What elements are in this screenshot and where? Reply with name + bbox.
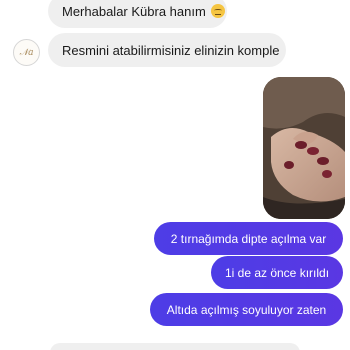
chat-thread: Merhabalar Kübra hanım 𝒩a Resmini atabil… — [0, 0, 350, 350]
message-text: 2 tırnağımda dipte açılma var — [170, 231, 327, 246]
message-text: Resmini atabilirmisiniz elinizin komple — [62, 42, 280, 58]
outgoing-message-3[interactable]: Altıda açılmış soyuluyor zaten — [150, 293, 343, 326]
sender-avatar[interactable]: 𝒩a — [13, 39, 40, 66]
hand-nails-photo-icon — [263, 77, 345, 219]
message-input-bar[interactable] — [50, 343, 300, 350]
message-text: 1i de az önce kırıldı — [224, 265, 330, 280]
outgoing-message-1[interactable]: 2 tırnağımda dipte açılma var — [154, 222, 343, 255]
incoming-message-greeting[interactable]: Merhabalar Kübra hanım — [48, 0, 227, 28]
incoming-message-request[interactable]: Resmini atabilirmisiniz elinizin komple — [48, 33, 286, 67]
avatar-logo-icon: 𝒩a — [19, 47, 34, 58]
relieved-face-emoji-icon — [210, 4, 225, 18]
outgoing-message-2[interactable]: 1i de az önce kırıldı — [211, 256, 343, 289]
photo-attachment[interactable] — [263, 77, 345, 219]
message-text: Altıda açılmış soyuluyor zaten — [166, 302, 327, 317]
message-text: Merhabalar Kübra hanım — [62, 3, 206, 19]
